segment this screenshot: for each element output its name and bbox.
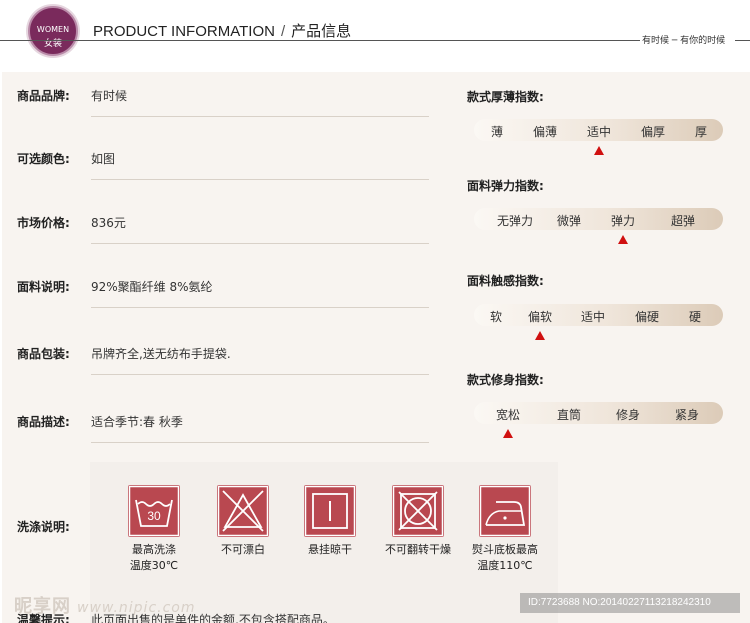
stretch-option: 无弹力	[496, 214, 534, 228]
wash-30-icon: 30	[128, 485, 180, 537]
stretch-option: 弹力	[610, 214, 636, 228]
detail-label: 商品包装:	[17, 347, 70, 361]
thickness-index-scale: 薄 偏薄 适中 偏厚 厚	[474, 119, 723, 141]
title-en: PRODUCT INFORMATION	[93, 23, 275, 40]
detail-divider	[91, 243, 429, 244]
detail-divider	[91, 442, 429, 443]
fit-option: 修身	[615, 408, 641, 422]
line-dry-icon	[304, 485, 356, 537]
detail-divider	[91, 374, 429, 375]
watermark-site: 昵享网	[14, 596, 71, 617]
care-text-no-bleach-value: 不可漂白	[221, 543, 265, 556]
touch-option: 适中	[580, 310, 606, 324]
touch-index-title: 面料触感指数:	[467, 274, 544, 288]
care-text-line-dry-value: 悬挂晾干	[308, 543, 352, 556]
care-text-no-bleach: 不可漂白	[203, 542, 283, 558]
detail-value: 836元	[91, 216, 126, 230]
site-watermark: 昵享网 www.nipic.com	[14, 592, 196, 618]
header-divider-end	[735, 40, 750, 41]
stretch-index-scale: 无弹力 微弹 弹力 超弹	[474, 208, 723, 230]
no-bleach-icon	[217, 485, 269, 537]
detail-label: 商品描述:	[17, 415, 70, 429]
detail-value: 适合季节:春 秋季	[91, 415, 183, 429]
title-separator: /	[280, 23, 286, 40]
touch-option: 偏软	[527, 310, 553, 324]
fit-option: 直筒	[556, 408, 582, 422]
page-title: PRODUCT INFORMATION / 产品信息	[93, 20, 351, 41]
detail-value: 如图	[91, 152, 116, 166]
detail-label: 市场价格:	[17, 216, 70, 230]
detail-label: 面料说明:	[17, 280, 70, 294]
watermark-url: www.nipic.com	[77, 600, 196, 616]
wash-temp-number: 30	[147, 509, 161, 523]
care-text-line-dry: 悬挂晾干	[290, 542, 370, 558]
touch-selected-marker	[535, 331, 545, 340]
detail-label: 可选颜色:	[17, 152, 70, 166]
badge-cn: 女装	[43, 39, 62, 49]
detail-divider	[91, 116, 429, 117]
fit-option: 宽松	[495, 408, 521, 422]
fit-option: 紧身	[674, 408, 700, 422]
care-text-no-tumble-value: 不可翻转干燥	[385, 543, 451, 556]
detail-value: 吊牌齐全,送无纺布手提袋.	[91, 347, 231, 361]
care-label: 洗涤说明:	[17, 520, 70, 534]
touch-option: 软	[489, 310, 503, 324]
care-text-iron-value: 熨斗底板最高 温度110℃	[472, 543, 538, 572]
care-text-no-tumble: 不可翻转干燥	[376, 542, 460, 558]
care-text-wash-value: 最高洗涤 温度30℃	[129, 543, 179, 572]
stretch-option: 微弹	[556, 214, 582, 228]
women-badge: WOMEN 女装	[28, 6, 78, 56]
badge-en: WOMEN	[36, 25, 70, 34]
touch-option: 硬	[688, 310, 702, 324]
fit-index-scale: 宽松 直筒 修身 紧身	[474, 402, 723, 424]
detail-divider	[91, 179, 429, 180]
title-cn: 产品信息	[291, 23, 352, 40]
care-text-wash: 最高洗涤 温度30℃	[114, 542, 194, 574]
detail-divider	[91, 307, 429, 308]
thickness-selected-marker	[594, 146, 604, 155]
thickness-option: 薄	[490, 125, 504, 139]
fit-selected-marker	[503, 429, 513, 438]
thickness-option: 偏薄	[532, 125, 558, 139]
no-tumble-dry-icon	[392, 485, 444, 537]
thickness-option: 偏厚	[640, 125, 666, 139]
care-text-iron: 熨斗底板最高 温度110℃	[462, 542, 548, 574]
touch-option: 偏硬	[634, 310, 660, 324]
detail-value: 有时候	[91, 89, 128, 103]
touch-index-scale: 软 偏软 适中 偏硬 硬	[474, 304, 723, 326]
stretch-selected-marker	[618, 235, 628, 244]
header-tagline: 有时候 ─ 有你的时候	[642, 36, 726, 46]
detail-value: 92%聚酯纤维 8%氨纶	[91, 280, 213, 294]
fit-index-title: 款式修身指数:	[467, 373, 544, 387]
thickness-option: 适中	[586, 125, 612, 139]
stretch-index-title: 面料弹力指数:	[467, 179, 544, 193]
thickness-index-title: 款式厚薄指数:	[467, 90, 544, 104]
thickness-option: 厚	[694, 125, 708, 139]
detail-label: 商品品牌:	[17, 89, 70, 103]
image-id-watermark: ID:7723688 NO:20140227113218242310	[520, 593, 740, 613]
stretch-option: 超弹	[670, 214, 696, 228]
header-divider	[0, 40, 640, 41]
iron-110-icon	[479, 485, 531, 537]
